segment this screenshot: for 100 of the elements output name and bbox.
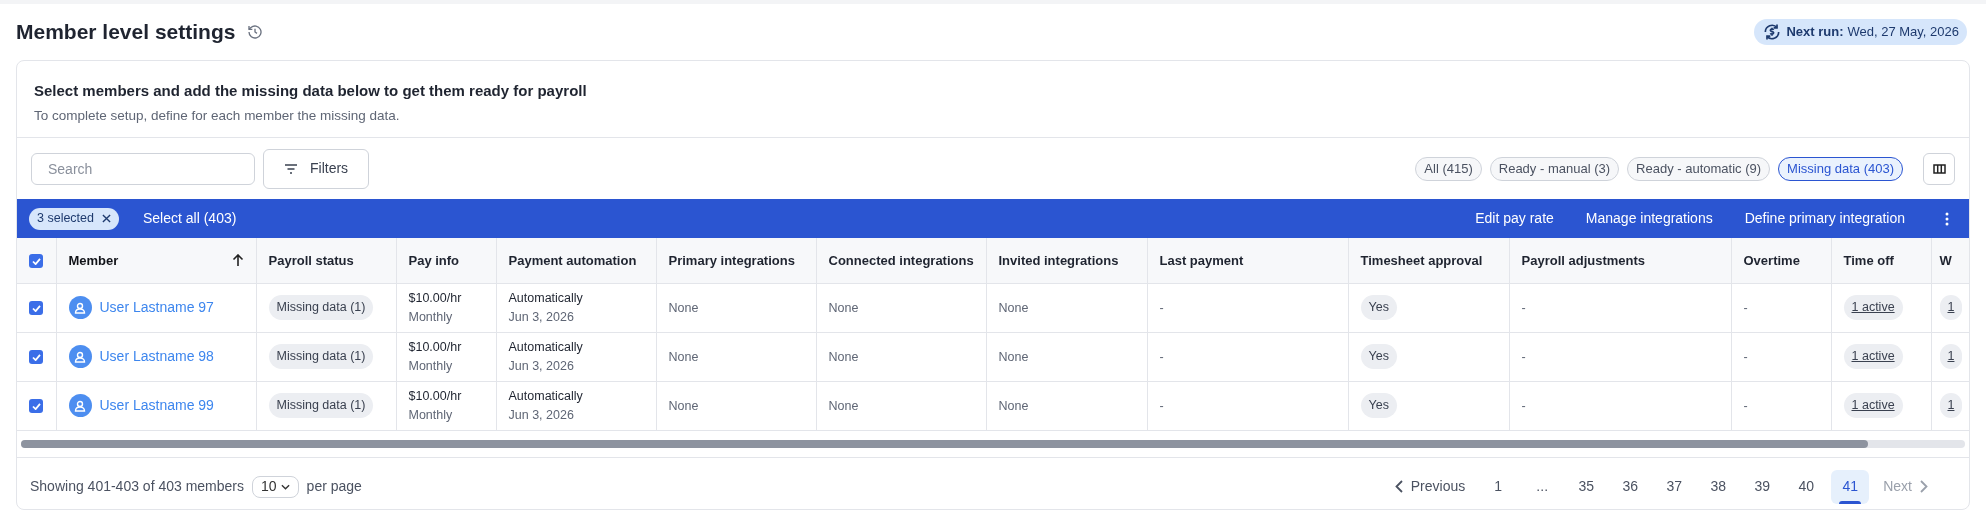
- page-button[interactable]: 36: [1611, 469, 1650, 504]
- status-filter-chip[interactable]: All (415): [1415, 156, 1482, 181]
- table-cell: -: [1521, 349, 1526, 364]
- columns-button[interactable]: [1923, 152, 1955, 185]
- page-button[interactable]: ...: [1523, 469, 1562, 504]
- showing-count: Showing 401-403 of 403 members: [30, 477, 245, 496]
- table-cell: -: [1743, 398, 1748, 413]
- status-badge: Missing data (1): [268, 344, 374, 369]
- member-name-link[interactable]: User Lastname 98: [99, 346, 214, 367]
- per-page-label: per page: [306, 477, 362, 496]
- page-button[interactable]: 37: [1655, 469, 1694, 504]
- status-filter-chip[interactable]: Ready - automatic (9): [1627, 156, 1771, 181]
- column-header[interactable]: Invited integrations: [998, 250, 1119, 270]
- pay-period: Monthly: [408, 406, 454, 424]
- selected-count-chip[interactable]: 3 selected: [29, 207, 119, 230]
- checkbox[interactable]: [29, 350, 44, 365]
- column-header[interactable]: Payroll adjustments: [1521, 250, 1646, 270]
- page-button[interactable]: 40: [1787, 469, 1826, 504]
- chevron-left-icon: [1394, 480, 1403, 493]
- status-badge: Missing data (1): [268, 393, 374, 418]
- pay-rate: $10.00/hr: [408, 289, 463, 307]
- page-button[interactable]: 35: [1567, 469, 1606, 504]
- table-cell: None: [668, 398, 699, 413]
- pay-rate: $10.00/hr: [408, 387, 463, 405]
- table-cell: -: [1743, 300, 1748, 315]
- bulk-action-button[interactable]: Manage integrations: [1585, 208, 1713, 229]
- column-header[interactable]: Last payment: [1159, 250, 1244, 270]
- card-heading: Select members and add the missing data below to get them ready for payroll: [34, 81, 588, 101]
- avatar-icon: [68, 296, 92, 319]
- search-field[interactable]: Search: [31, 152, 255, 185]
- automation-date: Jun 3, 2026: [508, 406, 575, 424]
- history-icon[interactable]: [247, 24, 264, 40]
- chevron-down-icon: [280, 483, 290, 490]
- column-header[interactable]: Payroll status: [268, 250, 354, 270]
- table-cell: None: [828, 300, 859, 315]
- approval-badge: Yes: [1360, 344, 1397, 369]
- page-button[interactable]: 41: [1831, 469, 1870, 504]
- per-page-select[interactable]: 10: [252, 475, 299, 498]
- table-cell: None: [828, 349, 859, 364]
- automation-date: Jun 3, 2026: [508, 357, 575, 375]
- time-off-link[interactable]: 1 active: [1843, 344, 1903, 369]
- checkbox[interactable]: [29, 301, 44, 316]
- table-cell: None: [828, 398, 859, 413]
- table-link[interactable]: 1: [1939, 393, 1963, 418]
- page-button[interactable]: 38: [1699, 469, 1738, 504]
- next-run-badge: Next run: Wed, 27 May, 2026: [1754, 19, 1967, 45]
- sort-arrow-icon[interactable]: [231, 253, 244, 267]
- bulk-action-button[interactable]: Edit pay rate: [1475, 208, 1554, 229]
- column-header[interactable]: Timesheet approval: [1360, 250, 1483, 270]
- column-header[interactable]: Overtime: [1743, 250, 1800, 270]
- automation-mode: Automatically: [508, 387, 584, 405]
- column-header[interactable]: Primary integrations: [668, 250, 795, 270]
- filter-icon: [284, 163, 298, 174]
- table-cell: None: [668, 300, 699, 315]
- member-name-link[interactable]: User Lastname 99: [99, 395, 214, 416]
- previous-page-button[interactable]: Previous: [1386, 469, 1474, 504]
- pay-period: Monthly: [408, 308, 454, 326]
- table-cell: None: [668, 349, 699, 364]
- avatar-icon: [68, 394, 92, 417]
- column-header[interactable]: Time off: [1843, 250, 1894, 270]
- table-cell: -: [1743, 349, 1748, 364]
- automation-date: Jun 3, 2026: [508, 308, 575, 326]
- close-icon[interactable]: [102, 214, 111, 223]
- table-link[interactable]: 1: [1939, 295, 1963, 320]
- table-cell: -: [1159, 349, 1164, 364]
- table-cell: -: [1159, 300, 1164, 315]
- approval-badge: Yes: [1360, 295, 1397, 320]
- automation-mode: Automatically: [508, 338, 584, 356]
- member-name-link[interactable]: User Lastname 97: [99, 297, 214, 318]
- column-header[interactable]: Pay info: [408, 250, 460, 270]
- page-title: Member level settings: [16, 19, 236, 46]
- approval-badge: Yes: [1360, 393, 1397, 418]
- status-filter-chip[interactable]: Ready - manual (3): [1489, 156, 1620, 181]
- time-off-link[interactable]: 1 active: [1843, 393, 1903, 418]
- table-cell: -: [1159, 398, 1164, 413]
- table-cell: -: [1521, 300, 1526, 315]
- chevron-right-icon: [1920, 480, 1928, 493]
- pay-period: Monthly: [408, 357, 454, 375]
- automation-mode: Automatically: [508, 289, 584, 307]
- pay-rate: $10.00/hr: [408, 338, 463, 356]
- page-button[interactable]: 1: [1479, 469, 1518, 504]
- avatar-icon: [68, 345, 92, 368]
- column-header[interactable]: Member: [68, 250, 119, 270]
- filters-button[interactable]: Filters: [263, 148, 370, 189]
- checkbox[interactable]: [29, 399, 44, 414]
- column-header[interactable]: W: [1939, 250, 1952, 270]
- bulk-action-button[interactable]: Define primary integration: [1744, 208, 1905, 229]
- column-header[interactable]: Payment automation: [508, 250, 637, 270]
- status-badge: Missing data (1): [268, 295, 374, 320]
- table-cell: -: [1521, 398, 1526, 413]
- time-off-link[interactable]: 1 active: [1843, 295, 1903, 320]
- select-all-button[interactable]: Select all (403): [143, 208, 237, 229]
- checkbox[interactable]: [29, 254, 44, 268]
- column-header[interactable]: Connected integrations: [828, 250, 974, 270]
- more-options-icon[interactable]: [1945, 211, 1949, 226]
- table-link[interactable]: 1: [1939, 344, 1963, 369]
- page-button[interactable]: 39: [1743, 469, 1782, 504]
- columns-icon: [1932, 163, 1946, 174]
- status-filter-chip[interactable]: Missing data (403): [1778, 156, 1903, 181]
- table-cell: None: [998, 300, 1029, 315]
